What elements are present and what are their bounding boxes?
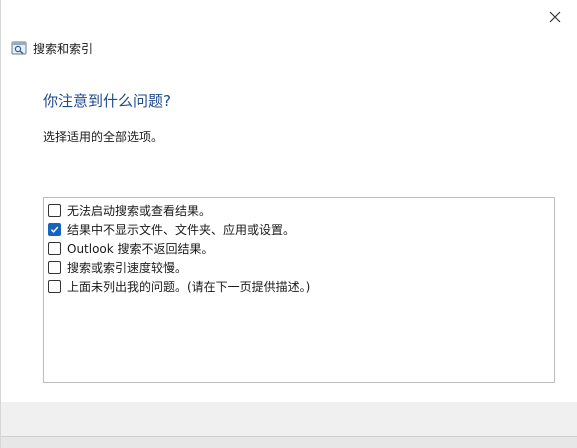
- close-icon: [549, 11, 561, 23]
- background-taskbar: [1, 436, 577, 448]
- checkbox[interactable]: [48, 204, 61, 217]
- problem-options-list[interactable]: 无法启动搜索或查看结果。 结果中不显示文件、文件夹、应用或设置。 Outlook…: [43, 197, 555, 383]
- troubleshooter-dialog: 搜索和索引 你注意到什么问题? 选择适用的全部选项。 无法启动搜索或查看结果。 …: [0, 0, 577, 448]
- option-files-not-shown[interactable]: 结果中不显示文件、文件夹、应用或设置。: [44, 220, 554, 239]
- option-cannot-start-search[interactable]: 无法启动搜索或查看结果。: [44, 201, 554, 220]
- dialog-title: 搜索和索引: [33, 41, 94, 56]
- instruction-text: 选择适用的全部选项。: [43, 130, 164, 144]
- checkbox[interactable]: [48, 261, 61, 274]
- option-label: 无法启动搜索或查看结果。: [67, 204, 212, 218]
- option-label: 结果中不显示文件、文件夹、应用或设置。: [67, 223, 296, 237]
- option-slow-search[interactable]: 搜索或索引速度较慢。: [44, 258, 554, 277]
- dialog-titlebar: 搜索和索引: [11, 38, 93, 58]
- question-heading: 你注意到什么问题?: [43, 92, 171, 110]
- option-label: Outlook 搜索不返回结果。: [67, 242, 214, 256]
- option-label: 搜索或索引速度较慢。: [67, 261, 188, 275]
- option-outlook-no-results[interactable]: Outlook 搜索不返回结果。: [44, 239, 554, 258]
- search-index-icon: [11, 41, 27, 55]
- option-label: 上面未列出我的问题。(请在下一页提供描述。): [67, 280, 311, 294]
- checkbox[interactable]: [48, 242, 61, 255]
- checkbox[interactable]: [48, 280, 61, 293]
- checkbox-checked[interactable]: [48, 223, 61, 236]
- close-button[interactable]: [541, 4, 569, 30]
- option-not-listed[interactable]: 上面未列出我的问题。(请在下一页提供描述。): [44, 277, 554, 296]
- checkmark-icon: [50, 226, 59, 233]
